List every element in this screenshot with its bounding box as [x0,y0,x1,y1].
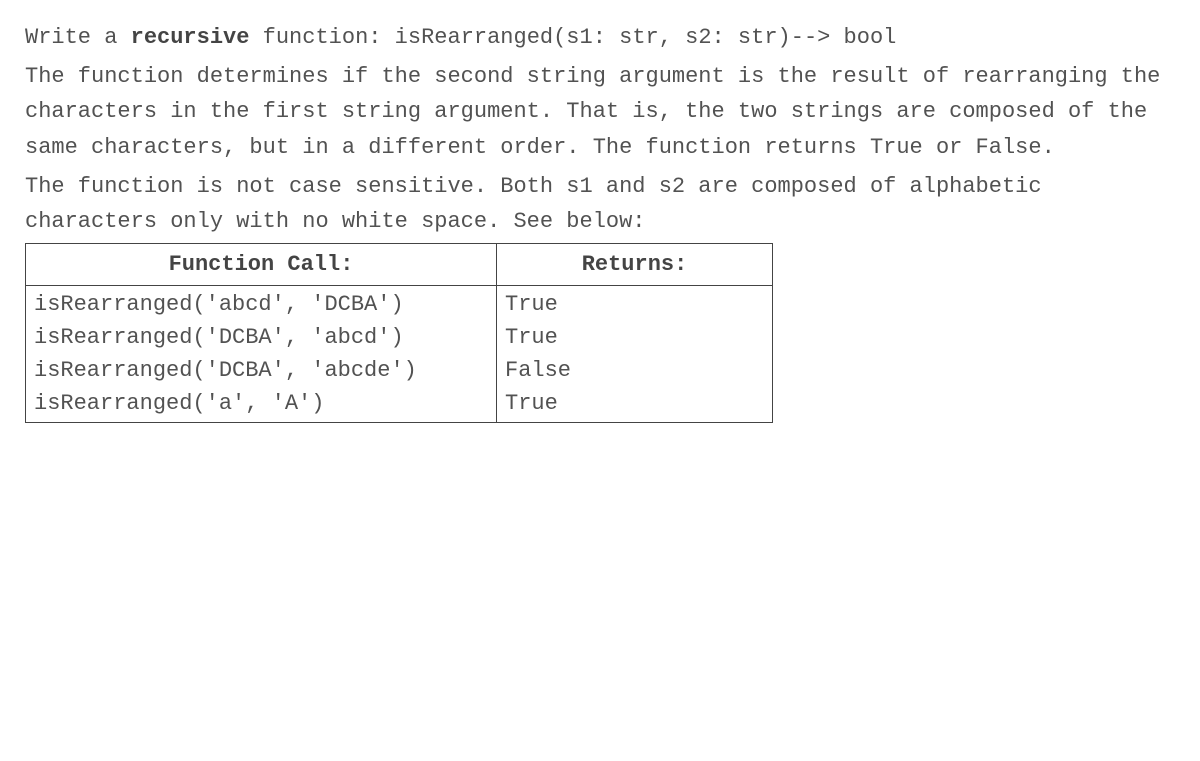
problem-description: The function determines if the second st… [25,59,1175,165]
problem-note: The function is not case sensitive. Both… [25,169,1175,239]
intro-prefix: Write a [25,25,131,50]
header-returns: Returns: [497,244,773,286]
function-call-cell: isRearranged('abcd', 'DCBA') isRearrange… [26,286,497,423]
table-header-row: Function Call: Returns: [26,244,773,286]
header-function-call: Function Call: [26,244,497,286]
intro-suffix: function: isRearranged(s1: str, s2: str)… [249,25,896,50]
returns-cell: True True False True [497,286,773,423]
problem-intro: Write a recursive function: isRearranged… [25,20,1175,55]
examples-table: Function Call: Returns: isRearranged('ab… [25,243,773,423]
intro-bold-word: recursive [131,25,250,50]
table-row: isRearranged('abcd', 'DCBA') isRearrange… [26,286,773,423]
